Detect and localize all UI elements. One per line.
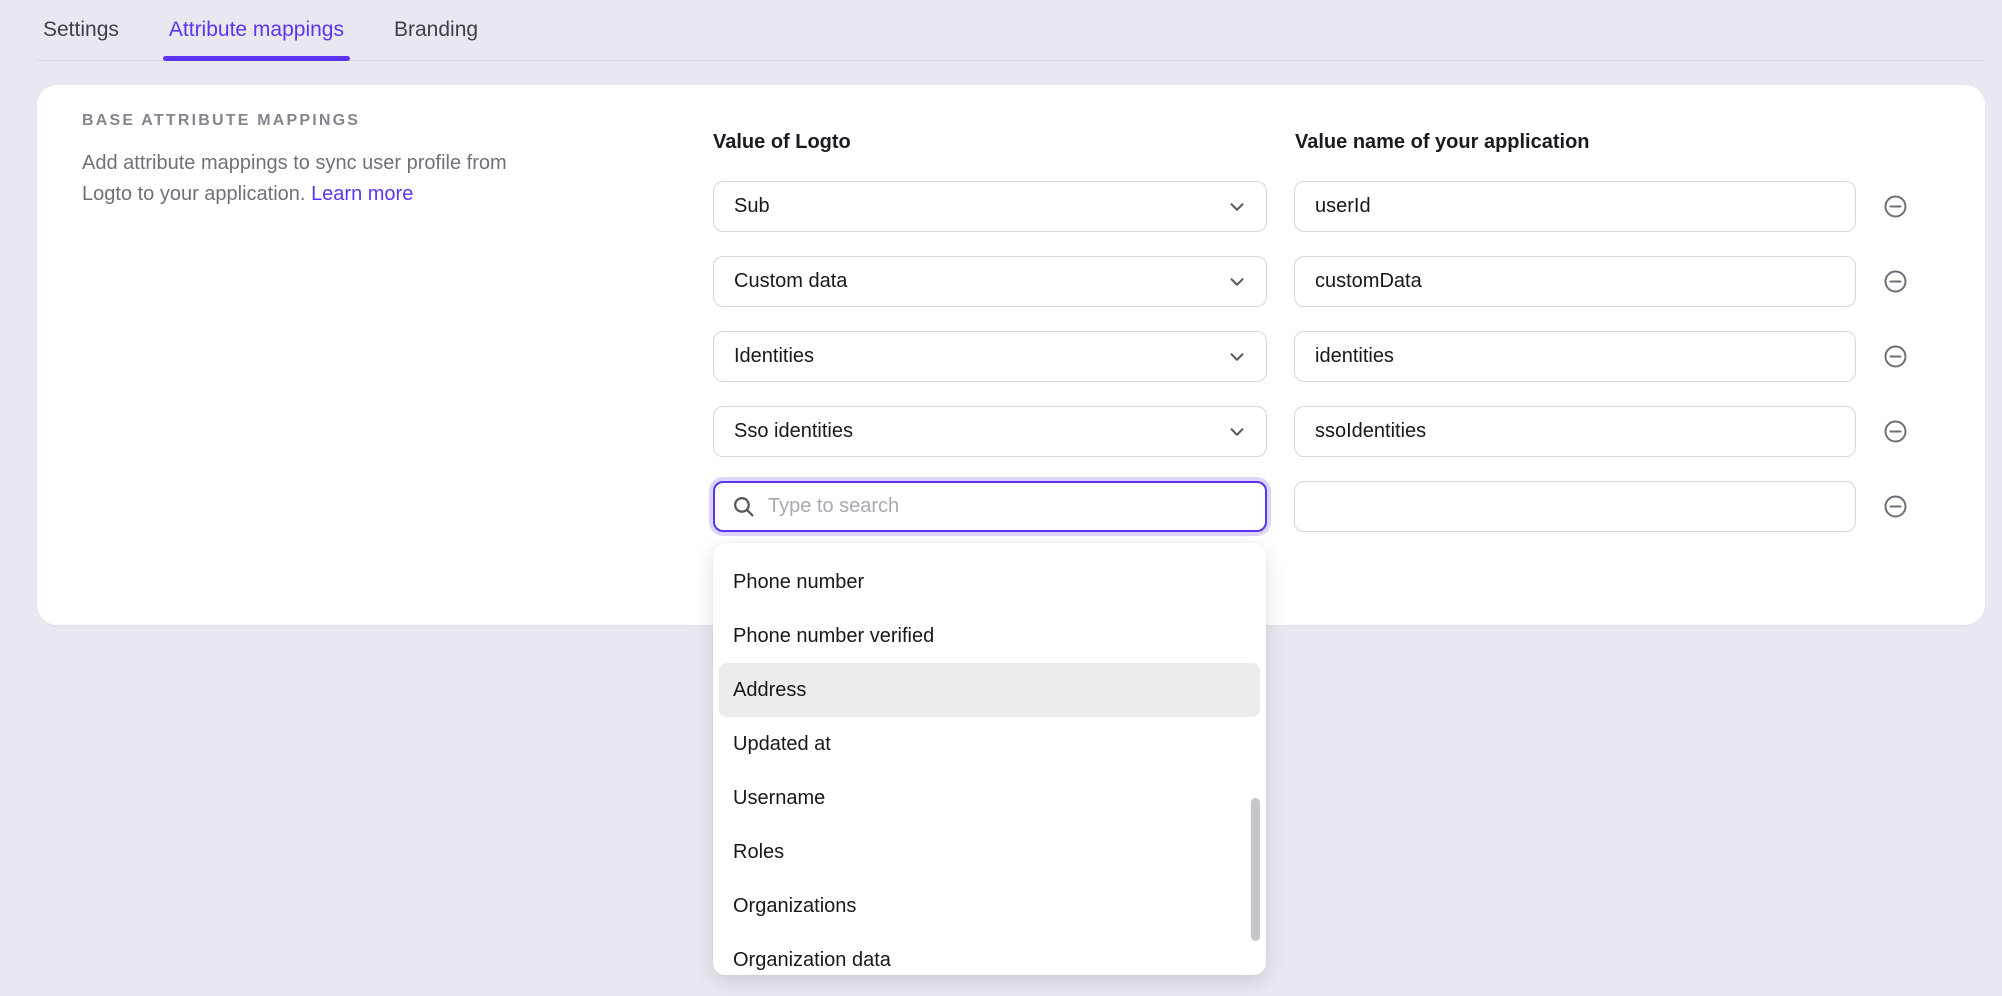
select-value-label: Identities — [734, 345, 814, 368]
app-value-input-customdata[interactable] — [1294, 256, 1856, 307]
chevron-down-icon — [1226, 346, 1248, 368]
minus-circle-icon — [1884, 495, 1907, 518]
app-value-input-identities[interactable] — [1294, 331, 1856, 382]
search-icon — [731, 494, 756, 519]
search-input[interactable] — [768, 495, 1251, 518]
dropdown-item-updated-at[interactable]: Updated at — [719, 717, 1260, 771]
remove-row-button[interactable] — [1884, 270, 1907, 293]
section-description-text: Add attribute mappings to sync user prof… — [82, 152, 507, 205]
select-value-label: Sub — [734, 195, 770, 218]
learn-more-link[interactable]: Learn more — [311, 183, 413, 205]
dropdown-item-username[interactable]: Username — [719, 771, 1260, 825]
section-description: Add attribute mappings to sync user prof… — [82, 148, 552, 210]
remove-row-button[interactable] — [1884, 420, 1907, 443]
minus-circle-icon — [1884, 270, 1907, 293]
dropdown-item-phone-number-verified[interactable]: Phone number verified — [719, 609, 1260, 663]
mapping-rows: Sub Custom data Identities — [713, 181, 1907, 556]
logto-value-search-combobox[interactable] — [713, 481, 1267, 532]
section-title: BASE ATTRIBUTE MAPPINGS — [82, 112, 360, 130]
remove-row-button[interactable] — [1884, 195, 1907, 218]
dropdown-item-organization-data[interactable]: Organization data — [719, 933, 1260, 975]
tab-branding[interactable]: Branding — [394, 0, 478, 60]
mapping-row: Sso identities — [713, 406, 1907, 457]
tab-attribute-mappings[interactable]: Attribute mappings — [169, 0, 344, 60]
logto-value-select-identities[interactable]: Identities — [713, 331, 1267, 382]
mapping-row-new — [713, 481, 1907, 532]
column-header-value-of-logto: Value of Logto — [713, 131, 851, 154]
dropdown-scrollbar-thumb[interactable] — [1251, 798, 1260, 941]
dropdown-item-organizations[interactable]: Organizations — [719, 879, 1260, 933]
chevron-down-icon — [1226, 271, 1248, 293]
app-value-input-empty[interactable] — [1294, 481, 1856, 532]
column-header-value-name-of-application: Value name of your application — [1295, 131, 1590, 154]
search-results-dropdown: Phone number Phone number verified Addre… — [713, 543, 1266, 975]
app-value-input-userid[interactable] — [1294, 181, 1856, 232]
minus-circle-icon — [1884, 195, 1907, 218]
chevron-down-icon — [1226, 421, 1248, 443]
remove-row-button[interactable] — [1884, 495, 1907, 518]
mapping-row: Custom data — [713, 256, 1907, 307]
dropdown-item-roles[interactable]: Roles — [719, 825, 1260, 879]
logto-value-select-custom-data[interactable]: Custom data — [713, 256, 1267, 307]
mapping-row: Sub — [713, 181, 1907, 232]
tab-bar: Settings Attribute mappings Branding — [37, 0, 1986, 61]
tab-settings[interactable]: Settings — [43, 0, 119, 60]
chevron-down-icon — [1226, 196, 1248, 218]
dropdown-item-address[interactable]: Address — [719, 663, 1260, 717]
app-value-input-ssoidentities[interactable] — [1294, 406, 1856, 457]
remove-row-button[interactable] — [1884, 345, 1907, 368]
mapping-row: Identities — [713, 331, 1907, 382]
dropdown-item-phone-number[interactable]: Phone number — [719, 555, 1260, 609]
minus-circle-icon — [1884, 345, 1907, 368]
select-value-label: Custom data — [734, 270, 847, 293]
select-value-label: Sso identities — [734, 420, 853, 443]
logto-value-select-sso-identities[interactable]: Sso identities — [713, 406, 1267, 457]
minus-circle-icon — [1884, 420, 1907, 443]
logto-value-select-sub[interactable]: Sub — [713, 181, 1267, 232]
